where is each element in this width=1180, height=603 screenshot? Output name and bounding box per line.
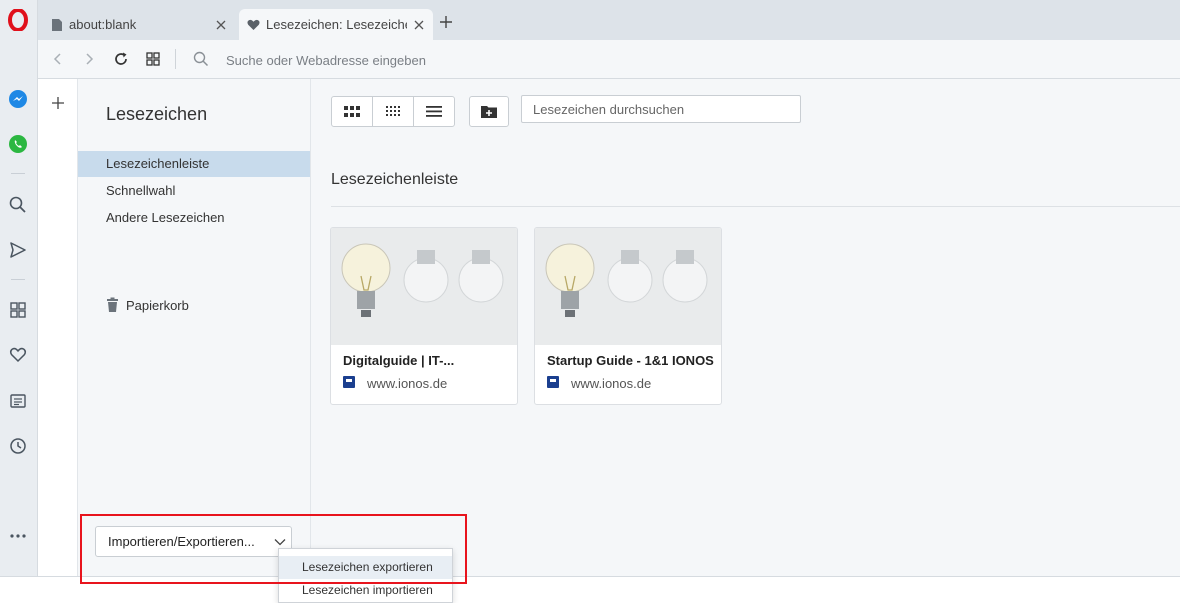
- list-view-button[interactable]: [414, 97, 454, 126]
- close-icon[interactable]: [215, 19, 227, 31]
- small-grid-icon: [385, 106, 400, 116]
- sidebar-item-papierkorb[interactable]: Papierkorb: [106, 297, 189, 313]
- lightbulb-thumbnail-image: [331, 228, 517, 345]
- close-icon[interactable]: [413, 19, 425, 31]
- section-title: Lesezeichenleiste: [331, 171, 459, 188]
- large-grid-icon: [344, 105, 360, 117]
- tab-about-blank[interactable]: about:blank: [43, 9, 235, 40]
- folder-plus-icon: [481, 106, 497, 118]
- messenger-icon[interactable]: [6, 87, 30, 111]
- opera-sidebar: [0, 0, 38, 576]
- trash-label: Papierkorb: [126, 297, 189, 313]
- reload-icon[interactable]: [113, 51, 129, 67]
- add-panel-plus-icon[interactable]: [51, 96, 65, 110]
- panel-strip: [38, 79, 78, 576]
- search-icon: [193, 51, 209, 67]
- bookmark-url: www.ionos.de: [367, 376, 448, 391]
- send-icon[interactable]: [6, 238, 30, 262]
- tab-title: Lesezeichen: Lesezeichenleiste: [266, 17, 407, 32]
- speed-dial-icon[interactable]: [6, 298, 30, 322]
- ionos-favicon-icon: [343, 376, 355, 388]
- sidebar-item-andere-lesezeichen[interactable]: Andere Lesezeichen: [78, 205, 310, 231]
- sidebar-item-schnellwahl[interactable]: Schnellwahl: [78, 178, 310, 204]
- sidebar-item-lesezeichenleiste[interactable]: Lesezeichenleiste: [78, 151, 310, 177]
- new-tab-plus-icon[interactable]: [438, 14, 454, 30]
- heart-icon[interactable]: [6, 343, 30, 367]
- history-clock-icon[interactable]: [6, 434, 30, 458]
- search-icon[interactable]: [6, 193, 30, 217]
- whatsapp-icon[interactable]: [6, 132, 30, 156]
- large-grid-view-button[interactable]: [332, 97, 373, 126]
- bookmark-search-input[interactable]: [521, 95, 801, 123]
- heart-icon: [247, 19, 260, 30]
- tab-bookmarks[interactable]: Lesezeichen: Lesezeichenleiste: [239, 9, 433, 40]
- page-title: Lesezeichen: [106, 104, 208, 124]
- view-toggle-group: [331, 96, 455, 127]
- address-input[interactable]: [226, 49, 726, 71]
- ionos-favicon-icon: [547, 376, 559, 388]
- new-folder-button[interactable]: [469, 96, 509, 127]
- bookmark-card[interactable]: Startup Guide - 1&1 IONOS www.ionos.de: [534, 227, 722, 405]
- bookmark-title: Startup Guide - 1&1 IONOS: [547, 353, 714, 368]
- small-grid-view-button[interactable]: [373, 97, 414, 126]
- bookmarks-sidebar: Lesezeichen Lesezeichenleiste Schnellwah…: [78, 79, 311, 576]
- bookmark-card[interactable]: Digitalguide | IT-... www.ionos.de: [330, 227, 518, 405]
- forward-icon[interactable]: [81, 51, 97, 67]
- back-icon[interactable]: [50, 51, 66, 67]
- bookmarks-main: Lesezeichenleiste Digitalguide | IT-... …: [311, 79, 1180, 576]
- address-bar: [38, 40, 1180, 79]
- tab-strip: about:blank Lesezeichen: Lesezeichenleis…: [38, 0, 1180, 40]
- lightbulb-thumbnail-image: [535, 228, 721, 345]
- list-icon: [426, 106, 442, 117]
- more-dots-icon[interactable]: [6, 524, 30, 548]
- trash-icon: [107, 297, 118, 312]
- bookmark-title: Digitalguide | IT-...: [343, 353, 455, 368]
- tab-title: about:blank: [69, 17, 137, 32]
- opera-logo-icon[interactable]: [6, 8, 30, 32]
- bookmark-url: www.ionos.de: [571, 376, 652, 391]
- annotation-highlight-box: [80, 514, 467, 584]
- document-icon: [52, 18, 62, 31]
- tiles-icon[interactable]: [145, 51, 161, 67]
- news-icon[interactable]: [6, 389, 30, 413]
